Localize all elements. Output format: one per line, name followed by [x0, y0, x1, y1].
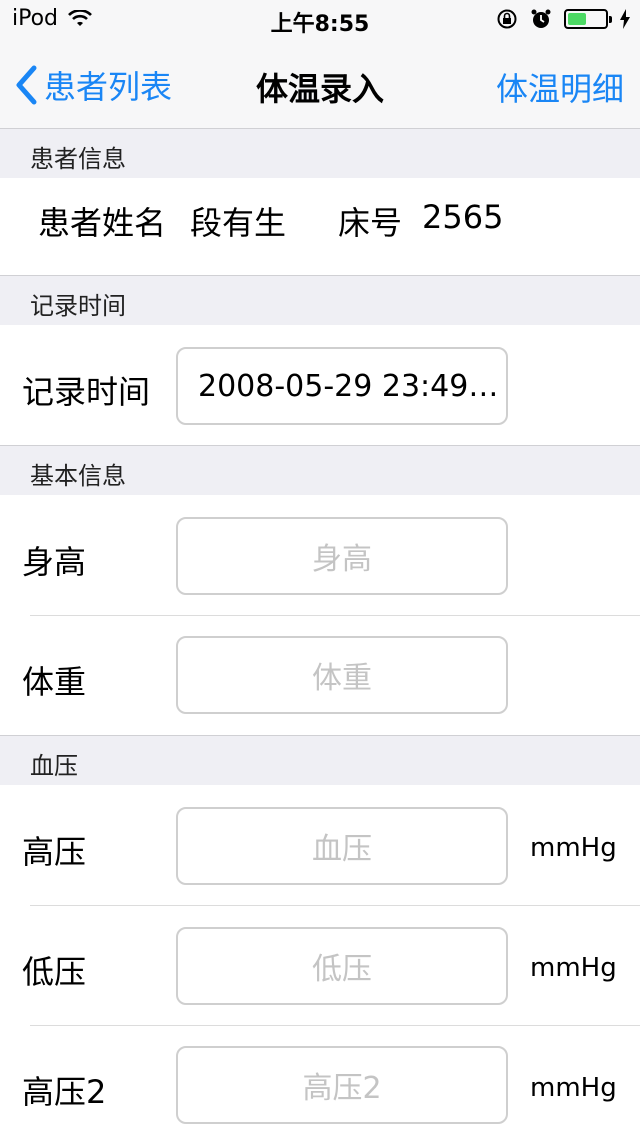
- height-row: 身高 身高: [0, 495, 640, 615]
- low-pressure-label: 低压: [22, 953, 87, 991]
- low-pressure-input[interactable]: 低压: [176, 927, 508, 1005]
- high-pressure-row: 高压 血压 mmHg: [0, 785, 640, 905]
- bed-number: 2565: [422, 198, 504, 236]
- high-pressure-2-label: 高压2: [22, 1073, 107, 1111]
- bed-label: 床号: [338, 204, 403, 242]
- record-time-row: 记录时间 2008-05-29 23:49…: [0, 325, 640, 445]
- unit-label: mmHg: [530, 1073, 617, 1103]
- record-time-label: 记录时间: [22, 373, 151, 411]
- patient-name-label: 患者姓名: [38, 204, 167, 242]
- charging-icon: [620, 9, 630, 29]
- high-pressure-2-input[interactable]: 高压2: [176, 1046, 508, 1124]
- weight-label: 体重: [22, 663, 87, 701]
- section-header-record-time: 记录时间: [0, 275, 640, 326]
- battery-icon: [564, 9, 612, 29]
- battery-level: [568, 13, 586, 25]
- temperature-detail-button[interactable]: 体温明细: [496, 64, 624, 110]
- section-header-basic: 基本信息: [0, 445, 640, 496]
- alarm-icon: [531, 9, 551, 28]
- high-pressure-input[interactable]: 血压: [176, 807, 508, 885]
- navigation-bar: 患者列表 体温录入 体温明细: [0, 40, 640, 128]
- weight-row: 体重 体重: [0, 616, 640, 735]
- status-bar: iPod 上午8:55: [0, 0, 640, 40]
- patient-info-row: 患者姓名 段有生 床号 2565: [0, 178, 640, 274]
- weight-input[interactable]: 体重: [176, 636, 508, 714]
- rotation-lock-icon: [497, 9, 517, 29]
- section-header-blood-pressure: 血压: [0, 735, 640, 786]
- top-bar: iPod 上午8:55 患者列表 体温录入 体温明细: [0, 0, 640, 129]
- unit-label: mmHg: [530, 953, 617, 983]
- height-label: 身高: [22, 543, 87, 581]
- high-pressure-label: 高压: [22, 833, 87, 871]
- high-pressure-2-row: 高压2 高压2 mmHg: [0, 1026, 640, 1136]
- low-pressure-row: 低压 低压 mmHg: [0, 906, 640, 1025]
- patient-name: 段有生: [190, 204, 287, 242]
- section-header-patient: 患者信息: [0, 128, 640, 179]
- unit-label: mmHg: [530, 833, 617, 863]
- height-input[interactable]: 身高: [176, 517, 508, 595]
- record-time-field[interactable]: 2008-05-29 23:49…: [176, 347, 508, 425]
